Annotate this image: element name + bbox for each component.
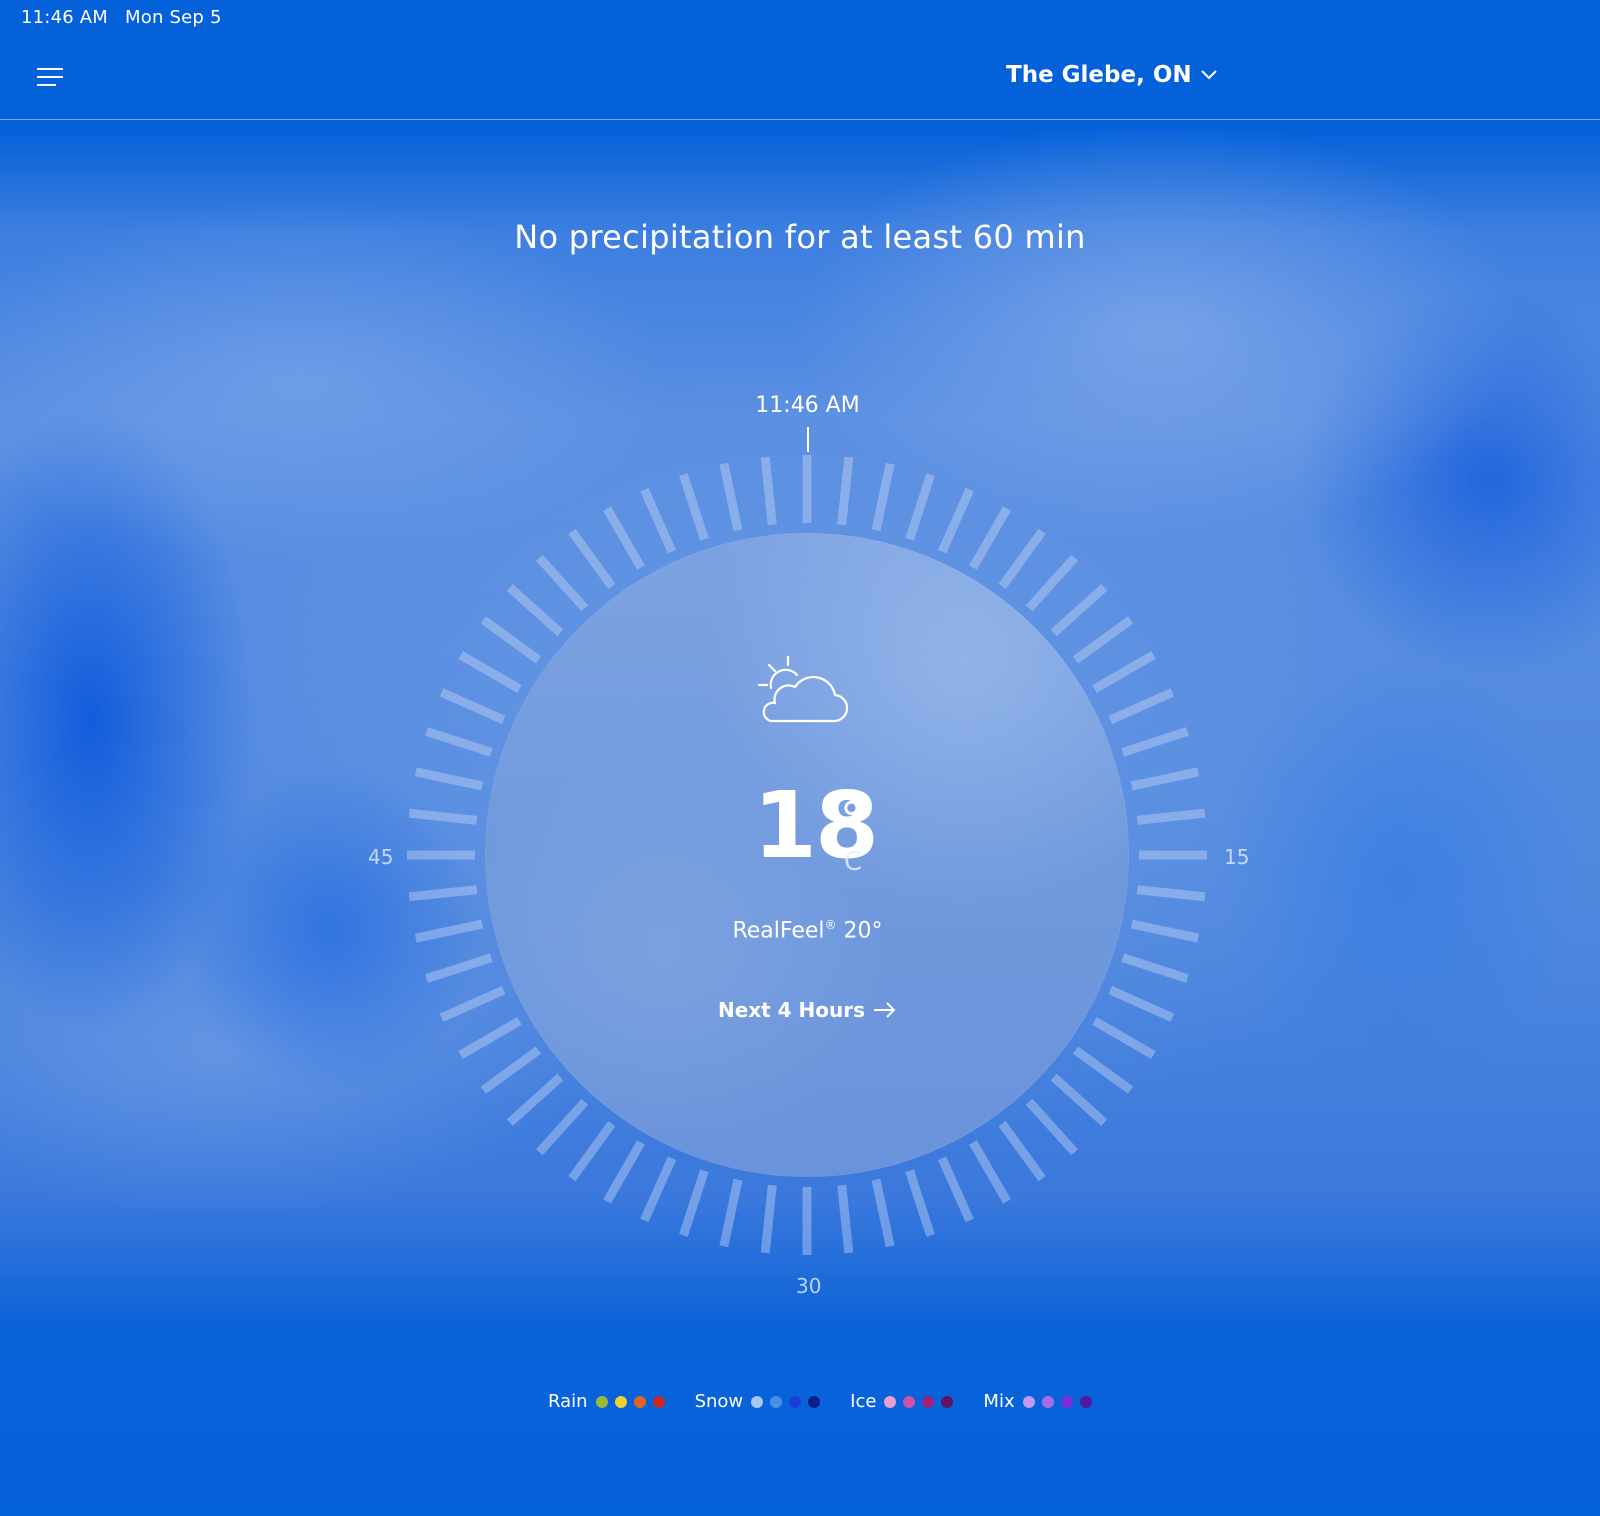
legend-group-snow: Snow [695,1391,821,1412]
legend-swatch [1079,1395,1092,1408]
legend-swatch [808,1395,821,1408]
next-hours-link[interactable]: Next 4 Hours [0,998,1600,1022]
legend-group-ice: Ice [850,1391,954,1412]
dial-tick [760,1184,777,1254]
dial-tick [1136,885,1206,902]
legend-swatch [1060,1395,1073,1408]
legend-swatch [751,1395,764,1408]
dial-current-time: 11:46 AM [755,393,860,418]
dial-tick [871,1178,895,1248]
dial-tick [1130,767,1200,791]
legend-swatch [1022,1395,1035,1408]
dial-tick [439,688,506,725]
legend-swatch [922,1395,935,1408]
dial-tick [1121,953,1189,983]
dial-mark-15: 15 [1224,845,1250,869]
dial-tick [998,528,1046,590]
legend-swatch [652,1395,665,1408]
dial-tick [1072,616,1134,664]
dial-tick [1025,1098,1078,1156]
precipitation-legend: Rain Snow Ice Mix [548,1391,1092,1412]
legend-swatch [614,1395,627,1408]
dial-mark-45: 45 [368,845,394,869]
legend-swatch [595,1395,608,1408]
arrow-right-icon [874,1002,896,1018]
legend-swatch [884,1395,897,1408]
dial-tick [506,1073,564,1126]
realfeel-label: RealFeel [732,918,825,944]
legend-group-rain: Rain [548,1391,665,1412]
legend-swatches [751,1395,821,1408]
dial-tick [837,1184,854,1254]
dial-tick [1136,808,1206,825]
dial-tick [719,1178,743,1248]
dial-tick [480,1046,542,1094]
dial-tick [1092,651,1156,693]
legend-swatches [1022,1395,1092,1408]
partly-sunny-icon [757,655,849,723]
legend-group-mix: Mix [983,1391,1092,1412]
legend-label: Rain [548,1391,588,1412]
dial-tick [679,473,709,541]
legend-label: Ice [850,1391,877,1412]
dial-tick [905,473,935,541]
dial-tick [536,1098,589,1156]
dial-tick [1092,1017,1156,1059]
dial-tick [719,462,743,532]
dial-tick [568,1120,616,1182]
dial-tick [871,462,895,532]
dial-tick [603,506,645,570]
dial-tick [458,651,522,693]
dial-tick [969,1140,1011,1204]
dial-tick [640,1156,677,1223]
dial-tick [937,1156,974,1223]
dial-tick [408,885,478,902]
legend-swatch [633,1395,646,1408]
dial-tick [480,616,542,664]
dial-tick [536,554,589,612]
dial-tick [1121,727,1189,757]
legend-swatch [941,1395,954,1408]
dial-tick [425,727,493,757]
legend-label: Snow [694,1391,744,1412]
legend-swatch [789,1395,802,1408]
dial-tick [969,506,1011,570]
temperature-degree: ° [840,792,863,846]
legend-swatch [770,1395,783,1408]
legend-swatches [884,1395,954,1408]
realfeel-value: 20° [843,918,883,944]
dial-tick [568,528,616,590]
legend-swatch [1041,1395,1054,1408]
dial-tick [837,456,854,526]
dial-tick [905,1169,935,1237]
dial-tick [603,1140,645,1204]
dial-tick [640,487,677,554]
temperature-unit: C [844,847,863,877]
dial-tick [1050,584,1108,637]
dial-tick [679,1169,709,1237]
dial-time-marker [807,427,809,452]
dial-tick [1108,688,1175,725]
next-hours-label: Next 4 Hours [717,998,866,1022]
dial-tick [425,953,493,983]
dial-tick [506,584,564,637]
dial-tick [458,1017,522,1059]
legend-label: Mix [983,1391,1015,1412]
dial-tick [408,808,478,825]
realfeel-registered-mark: ® [824,918,837,932]
dial-tick [414,767,484,791]
realfeel-temperature: RealFeel® 20° [0,918,1600,943]
dial-tick [1072,1046,1134,1094]
dial-tick [937,487,974,554]
legend-swatches [595,1395,665,1408]
dial-tick [1025,554,1078,612]
dial-tick [1050,1073,1108,1126]
dial-mark-30: 30 [796,1274,822,1298]
legend-swatch [903,1395,916,1408]
dial-tick [998,1120,1046,1182]
dial-tick [760,456,777,526]
